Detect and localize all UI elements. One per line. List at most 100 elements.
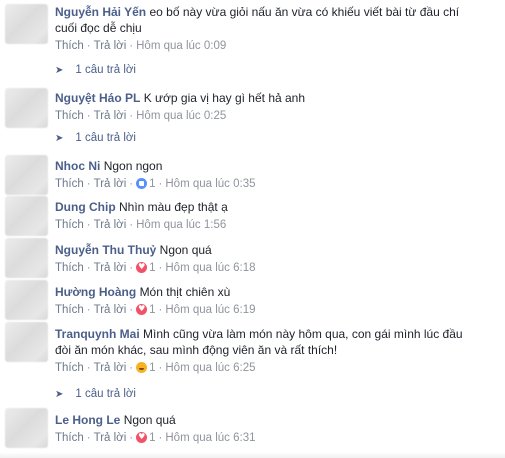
comment: Nguyệt Háo PL K ướp gia vị hay gì hết hả… xyxy=(55,90,495,123)
timestamp[interactable]: Hôm qua lúc 0:09 xyxy=(136,40,226,52)
bottom-edge-shadow xyxy=(0,452,505,458)
like-button[interactable]: Thích xyxy=(55,362,84,374)
reaction-count[interactable]: 1 xyxy=(149,432,155,444)
comment: Nguyễn Thu Thuỷ Ngon quá Thích·Trả lời·1… xyxy=(55,242,495,275)
reply-button[interactable]: Trả lời xyxy=(94,304,127,316)
avatar[interactable] xyxy=(5,196,48,236)
comment: Le Hong Le Ngon quá Thích·Trả lời·1·Hôm … xyxy=(55,412,495,445)
separator: · xyxy=(86,304,91,316)
comment-author[interactable]: Nguyễn Hải Yến xyxy=(55,5,146,19)
love-reaction-icon[interactable] xyxy=(136,260,148,274)
avatar[interactable] xyxy=(5,4,48,44)
reaction-count[interactable]: 1 xyxy=(149,304,155,316)
comment-author[interactable]: Dung Chip xyxy=(55,200,116,214)
comment-author[interactable]: Nhoc Ni xyxy=(55,159,100,173)
separator: · xyxy=(158,304,163,316)
replies-count[interactable]: 1 câu trả lời xyxy=(75,64,136,76)
comment-text-continued: cuối đọc dễ chịu xyxy=(55,21,142,35)
reply-button[interactable]: Trả lời xyxy=(94,362,127,374)
timestamp[interactable]: Hôm qua lúc 6:18 xyxy=(165,262,255,274)
reaction-count[interactable]: 1 xyxy=(149,262,155,274)
comment-meta: Thích · Trả lời · 1 · Hôm qua lúc 6:25 xyxy=(55,361,495,375)
reply-button[interactable]: Trả lời xyxy=(94,110,127,122)
like-button[interactable]: Thích xyxy=(55,110,84,122)
love-reaction-icon[interactable] xyxy=(136,430,148,444)
comment-meta: Thích·Trả lời·1·Hôm qua lúc 6:31 xyxy=(55,430,495,445)
avatar[interactable] xyxy=(5,408,48,448)
separator: · xyxy=(158,178,163,190)
comment-author[interactable]: Le Hong Le xyxy=(55,413,120,427)
comment-author[interactable]: Hường Hoàng xyxy=(55,285,136,299)
replies-count[interactable]: 1 câu trả lời xyxy=(75,388,136,400)
haha-reaction-icon[interactable] xyxy=(136,362,148,373)
separator: · xyxy=(129,110,134,122)
like-button[interactable]: Thích xyxy=(55,178,84,190)
comment-text: Nhìn màu đẹp thật ạ xyxy=(119,200,228,214)
separator: · xyxy=(129,40,134,52)
comment: Dung Chip Nhìn màu đẹp thật ạ Thích · Trả … xyxy=(55,199,495,232)
separator: · xyxy=(129,178,134,190)
avatar[interactable] xyxy=(5,280,48,320)
comment-text: Ngon quá xyxy=(123,413,176,427)
comment: Nguyễn Hải Yến eo bố này vừa giỏi nấu ăn… xyxy=(55,4,495,53)
separator: · xyxy=(86,40,91,52)
comment-author[interactable]: Tranquynh Mai xyxy=(55,327,140,341)
avatar[interactable] xyxy=(5,238,48,278)
love-reaction-icon[interactable] xyxy=(136,302,148,316)
like-reaction-icon[interactable] xyxy=(136,178,148,189)
timestamp[interactable]: Hôm qua lúc 1:56 xyxy=(136,219,226,231)
reaction-count[interactable]: 1 xyxy=(149,178,155,190)
reply-button[interactable]: Trả lời xyxy=(94,262,127,274)
comment-meta: Thích · Trả lời · Hôm qua lúc 0:25 xyxy=(55,109,495,123)
like-button[interactable]: Thích xyxy=(55,262,84,274)
comment: Tranquynh Mai Mình cũng vừa làm món này … xyxy=(55,326,495,375)
reply-button[interactable]: Trả lời xyxy=(94,219,127,231)
avatar[interactable] xyxy=(5,155,48,195)
comments-panel: Nguyễn Hải Yến eo bố này vừa giỏi nấu ăn… xyxy=(0,0,505,458)
reply-arrow-icon: ➤ xyxy=(55,389,64,400)
timestamp[interactable]: Hôm qua lúc 6:19 xyxy=(165,304,255,316)
comment-author[interactable]: Nguyệt Háo PL xyxy=(55,91,140,105)
like-button[interactable]: Thích xyxy=(55,432,84,444)
reaction-count[interactable]: 1 xyxy=(149,362,155,374)
separator: · xyxy=(129,432,134,444)
comment-text: Ngon ngon xyxy=(103,159,163,173)
comment: Hường Hoàng Món thịt chiên xù Thích · Trả … xyxy=(55,284,495,317)
separator: · xyxy=(86,262,91,274)
reply-button[interactable]: Trả lời xyxy=(94,432,127,444)
like-button[interactable]: Thích xyxy=(55,304,84,316)
reply-button[interactable]: Trả lời xyxy=(94,178,127,190)
timestamp[interactable]: Hôm qua lúc 6:25 xyxy=(165,362,255,374)
comment: Nhoc Ni Ngon ngon Thích · Trả lời · 1 · Hôm qu… xyxy=(55,158,495,191)
avatar[interactable] xyxy=(5,88,48,128)
comment-author[interactable]: Nguyễn Thu Thuỷ xyxy=(55,243,156,257)
comment-text: eo bố này vừa giỏi nấu ăn vừa có khiếu v… xyxy=(149,5,460,19)
reply-button[interactable]: Trả lời xyxy=(94,40,127,52)
comment-meta: Thích · Trả lời · Hôm qua lúc 1:56 xyxy=(55,218,495,232)
separator: · xyxy=(158,262,163,274)
like-button[interactable]: Thích xyxy=(55,40,84,52)
like-button[interactable]: Thích xyxy=(55,219,84,231)
view-replies-link[interactable]: ➤ 1 câu trả lời xyxy=(55,63,136,78)
comment-text: Mình cũng vừa làm món này hôm qua, con g… xyxy=(143,327,463,341)
separator: · xyxy=(86,178,91,190)
avatar[interactable] xyxy=(5,322,48,362)
separator: · xyxy=(158,432,163,444)
separator: · xyxy=(158,362,163,374)
separator: · xyxy=(129,362,134,374)
timestamp[interactable]: Hôm qua lúc 0:25 xyxy=(136,110,226,122)
comment-text: Ngon quá xyxy=(159,243,212,257)
view-replies-link[interactable]: ➤ 1 câu trả lời xyxy=(55,387,136,402)
separator: · xyxy=(86,362,91,374)
comment-text: K ướp gia vị hay gì hết hả anh xyxy=(143,91,306,105)
timestamp[interactable]: Hôm qua lúc 6:31 xyxy=(165,432,255,444)
comment-text-continued: đòi ăn món khác, sau mình động viên ăn v… xyxy=(55,343,338,357)
comment-meta: Thích · Trả lời · 1 · Hôm qua lúc 0:35 xyxy=(55,177,495,191)
timestamp[interactable]: Hôm qua lúc 0:35 xyxy=(165,178,255,190)
reply-arrow-icon: ➤ xyxy=(55,65,64,76)
comment-text: Món thịt chiên xù xyxy=(139,285,231,299)
separator: · xyxy=(129,219,134,231)
replies-count[interactable]: 1 câu trả lời xyxy=(75,132,136,144)
view-replies-link[interactable]: ➤ 1 câu trả lời xyxy=(55,131,136,146)
comment-meta: Thích·Trả lời·1·Hôm qua lúc 6:18 xyxy=(55,260,495,275)
